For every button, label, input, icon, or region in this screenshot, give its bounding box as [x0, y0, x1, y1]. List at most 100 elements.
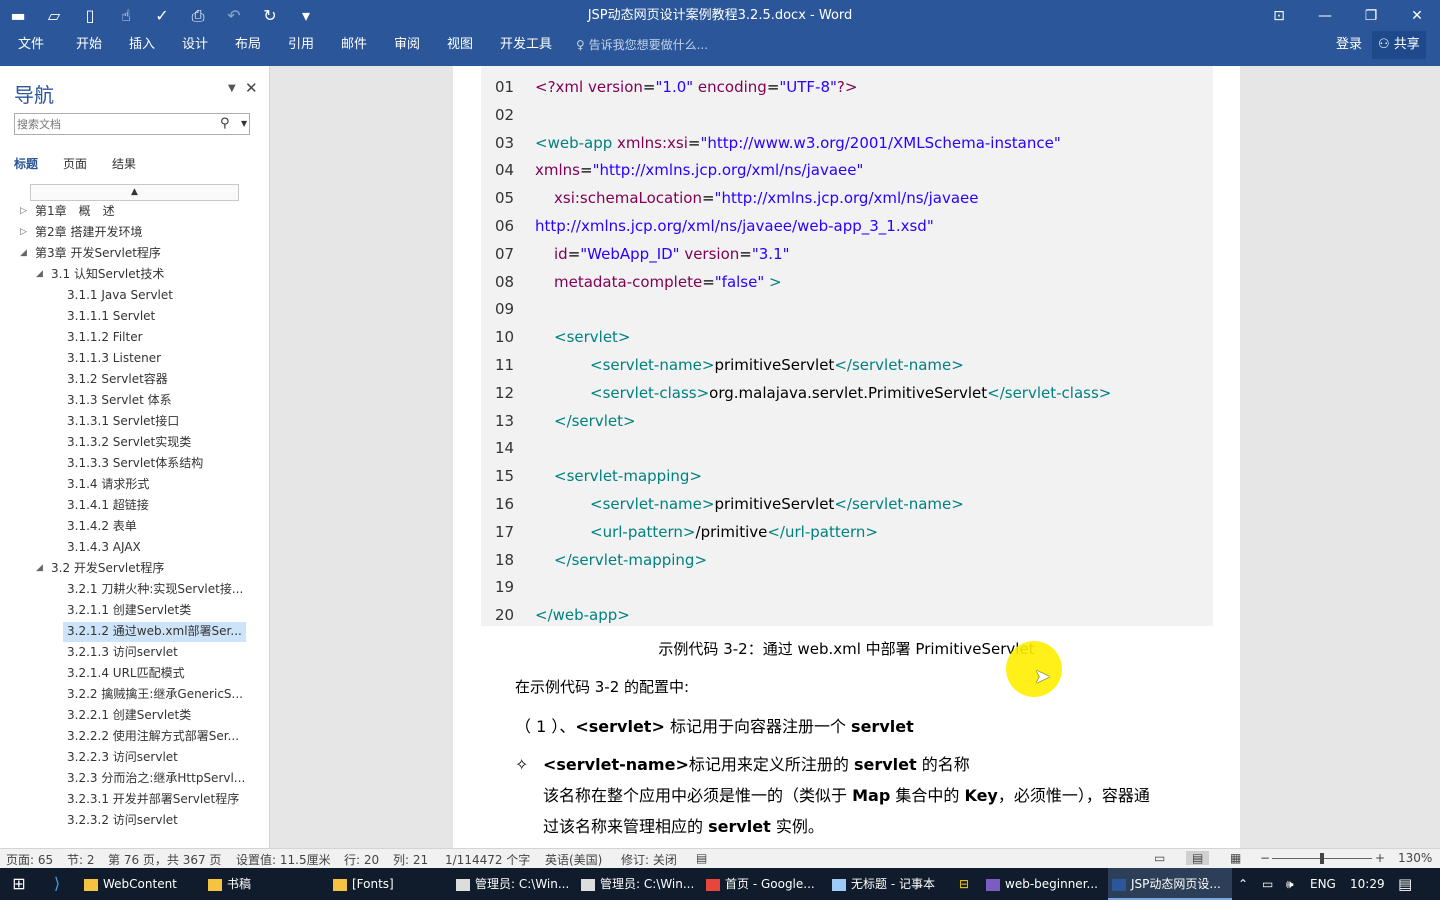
- nav-heading-item[interactable]: 3.1.3.3 Servlet体系结构: [67, 454, 203, 474]
- status-line[interactable]: 行: 20: [344, 851, 379, 868]
- nav-heading-item[interactable]: ◢ 3.1 认知Servlet技术: [36, 265, 164, 285]
- nav-heading-item[interactable]: 3.2.1.2 通过web.xml部署Ser...: [63, 622, 246, 642]
- nav-heading-item[interactable]: 3.1.1.3 Listener: [67, 349, 161, 369]
- windows-start-icon[interactable]: ⊞: [0, 868, 38, 900]
- ribbon-display-options-icon[interactable]: ⊡: [1256, 0, 1302, 31]
- nav-heading-item[interactable]: 3.2.1.1 创建Servlet类: [67, 601, 191, 621]
- taskbar-button[interactable]: 管理员: C:\Win...: [452, 868, 574, 900]
- tab-developer[interactable]: 开发工具: [498, 31, 554, 59]
- status-setting[interactable]: 设置值: 11.5厘米: [236, 851, 331, 868]
- close-icon[interactable]: ✕: [245, 79, 258, 97]
- nav-heading-item[interactable]: 3.2.2.1 创建Servlet类: [67, 706, 191, 726]
- nav-heading-item[interactable]: 3.1.1.1 Servlet: [67, 307, 155, 327]
- nav-heading-item[interactable]: 3.1.2 Servlet容器: [67, 370, 168, 390]
- nav-heading-item[interactable]: 3.1.3.1 Servlet接口: [67, 412, 179, 432]
- tab-references[interactable]: 引用: [286, 31, 316, 59]
- expand-arrow-icon[interactable]: ▷: [20, 223, 32, 241]
- nav-heading-item[interactable]: 3.2.3.1 开发并部署Servlet程序: [67, 790, 239, 810]
- nav-heading-item[interactable]: 3.1.1.2 Filter: [67, 328, 143, 348]
- collapse-arrow-icon[interactable]: ◢: [36, 265, 48, 283]
- tab-view[interactable]: 视图: [445, 31, 475, 59]
- zoom-slider-thumb[interactable]: [1320, 853, 1324, 864]
- nav-heading-item[interactable]: 3.2.2 擒贼擒王:继承GenericS...: [67, 685, 243, 705]
- tab-pages[interactable]: 页面: [63, 155, 87, 172]
- document-area[interactable]: 01 <?xml version="1.0" encoding="UTF-8"?>…: [270, 66, 1440, 848]
- minimize-icon[interactable]: —: [1302, 0, 1348, 31]
- taskbar-button[interactable]: web-beginner...: [982, 868, 1102, 900]
- tray-language[interactable]: ENG: [1310, 868, 1336, 900]
- search-input[interactable]: [17, 116, 213, 132]
- tell-me-box[interactable]: ♀ 告诉我您想要做什么...: [576, 31, 708, 59]
- network-icon[interactable]: ▭: [1262, 868, 1273, 900]
- tray-expand-icon[interactable]: ⌃: [1238, 868, 1248, 900]
- tab-review[interactable]: 审阅: [392, 31, 422, 59]
- zoom-in-button[interactable]: +: [1375, 851, 1385, 865]
- tab-results[interactable]: 结果: [112, 155, 136, 172]
- share-button[interactable]: ⚇ 共享: [1372, 31, 1426, 59]
- chevron-down-icon[interactable]: ▼: [241, 119, 247, 128]
- scroll-to-top-button[interactable]: ▲: [30, 184, 239, 201]
- volume-icon[interactable]: 🕪: [1286, 868, 1294, 900]
- status-word-count[interactable]: 1/114472 个字: [445, 851, 530, 868]
- taskbar-button[interactable]: 管理员: C:\Win...: [577, 868, 699, 900]
- expand-arrow-icon[interactable]: ▷: [20, 202, 32, 220]
- nav-heading-item[interactable]: ▷ 第1章 概 述: [20, 202, 115, 222]
- tab-headings[interactable]: 标题: [14, 155, 38, 172]
- tab-home[interactable]: 开始: [74, 31, 104, 59]
- nav-heading-item[interactable]: 3.2.1.3 访问servlet: [67, 643, 178, 663]
- nav-heading-item[interactable]: 3.2.3.2 访问servlet: [67, 811, 178, 831]
- nav-heading-item[interactable]: 3.2.1 刀耕火种:实现Servlet接...: [67, 580, 243, 600]
- taskbar-button[interactable]: 无标题 - 记事本: [828, 868, 948, 900]
- nav-heading-item[interactable]: 3.1.4 请求形式: [67, 475, 149, 495]
- web-layout-icon[interactable]: ▦: [1230, 851, 1241, 865]
- tab-insert[interactable]: 插入: [127, 31, 157, 59]
- nav-heading-item[interactable]: 3.2.3 分而治之:继承HttpServl...: [67, 769, 245, 789]
- nav-heading-item[interactable]: ◢ 3.2 开发Servlet程序: [36, 559, 164, 579]
- nav-heading-item[interactable]: 3.2.2.3 访问servlet: [67, 748, 178, 768]
- search-icon[interactable]: ⚲: [220, 116, 230, 131]
- status-track-changes[interactable]: 修订: 关闭: [621, 851, 677, 868]
- tab-layout[interactable]: 布局: [233, 31, 263, 59]
- nav-heading-item[interactable]: 3.2.2.2 使用注解方式部署Ser...: [67, 727, 239, 747]
- clock[interactable]: 10:29: [1350, 868, 1385, 900]
- close-icon[interactable]: ✕: [1394, 0, 1440, 31]
- restore-icon[interactable]: ❐: [1348, 0, 1394, 31]
- status-page-of[interactable]: 第 76 页，共 367 页: [108, 851, 221, 868]
- macro-record-icon[interactable]: ▤: [696, 851, 707, 865]
- tab-design[interactable]: 设计: [180, 31, 210, 59]
- print-layout-icon[interactable]: ▤: [1186, 851, 1210, 865]
- nav-heading-item[interactable]: 3.1.4.1 超链接: [67, 496, 149, 516]
- nav-heading-item[interactable]: ◢ 第3章 开发Servlet程序: [20, 244, 161, 264]
- taskbar-button[interactable]: 书稿: [204, 868, 324, 900]
- cmd-icon: [456, 878, 470, 891]
- nav-heading-item[interactable]: 3.1.3.2 Servlet实现类: [67, 433, 191, 453]
- read-mode-icon[interactable]: ▭: [1154, 851, 1165, 865]
- line-number: 01: [495, 78, 515, 96]
- nav-heading-item[interactable]: 3.1.3 Servlet 体系: [67, 391, 172, 411]
- status-language[interactable]: 英语(美国): [545, 851, 602, 868]
- nav-heading-item[interactable]: 3.2.1.4 URL匹配模式: [67, 664, 185, 684]
- login-button[interactable]: 登录: [1336, 31, 1362, 59]
- zoom-out-button[interactable]: −: [1260, 851, 1270, 865]
- taskbar-button[interactable]: WebContent: [80, 868, 200, 900]
- nav-heading-item[interactable]: 3.1.1 Java Servlet: [67, 286, 173, 306]
- tab-file[interactable]: 文件: [16, 31, 46, 59]
- status-column[interactable]: 列: 21: [393, 851, 428, 868]
- nav-heading-item[interactable]: 3.1.4.3 AJAX: [67, 538, 141, 558]
- nav-heading-item[interactable]: 3.1.4.2 表单: [67, 517, 137, 537]
- collapse-arrow-icon[interactable]: ◢: [20, 244, 32, 262]
- taskbar-button[interactable]: [Fonts]: [329, 868, 449, 900]
- status-section[interactable]: 节: 2: [67, 851, 95, 868]
- collapse-arrow-icon[interactable]: ◢: [36, 559, 48, 577]
- tab-mailings[interactable]: 邮件: [339, 31, 369, 59]
- document-page[interactable]: 01 <?xml version="1.0" encoding="UTF-8"?>…: [453, 66, 1240, 848]
- zoom-level[interactable]: 130%: [1398, 851, 1432, 865]
- status-page[interactable]: 页面: 65: [6, 851, 53, 868]
- task-app-icon[interactable]: ⊟: [952, 868, 976, 900]
- taskbar-button[interactable]: 首页 - Google...: [702, 868, 824, 900]
- vscode-icon[interactable]: ⟩: [44, 868, 70, 900]
- notification-icon[interactable]: ▤: [1398, 868, 1412, 900]
- nav-heading-item[interactable]: ▷ 第2章 搭建开发环境: [20, 223, 142, 243]
- taskbar-button[interactable]: JSP动态网页设...: [1108, 868, 1232, 900]
- chevron-down-icon[interactable]: ▼: [228, 83, 236, 94]
